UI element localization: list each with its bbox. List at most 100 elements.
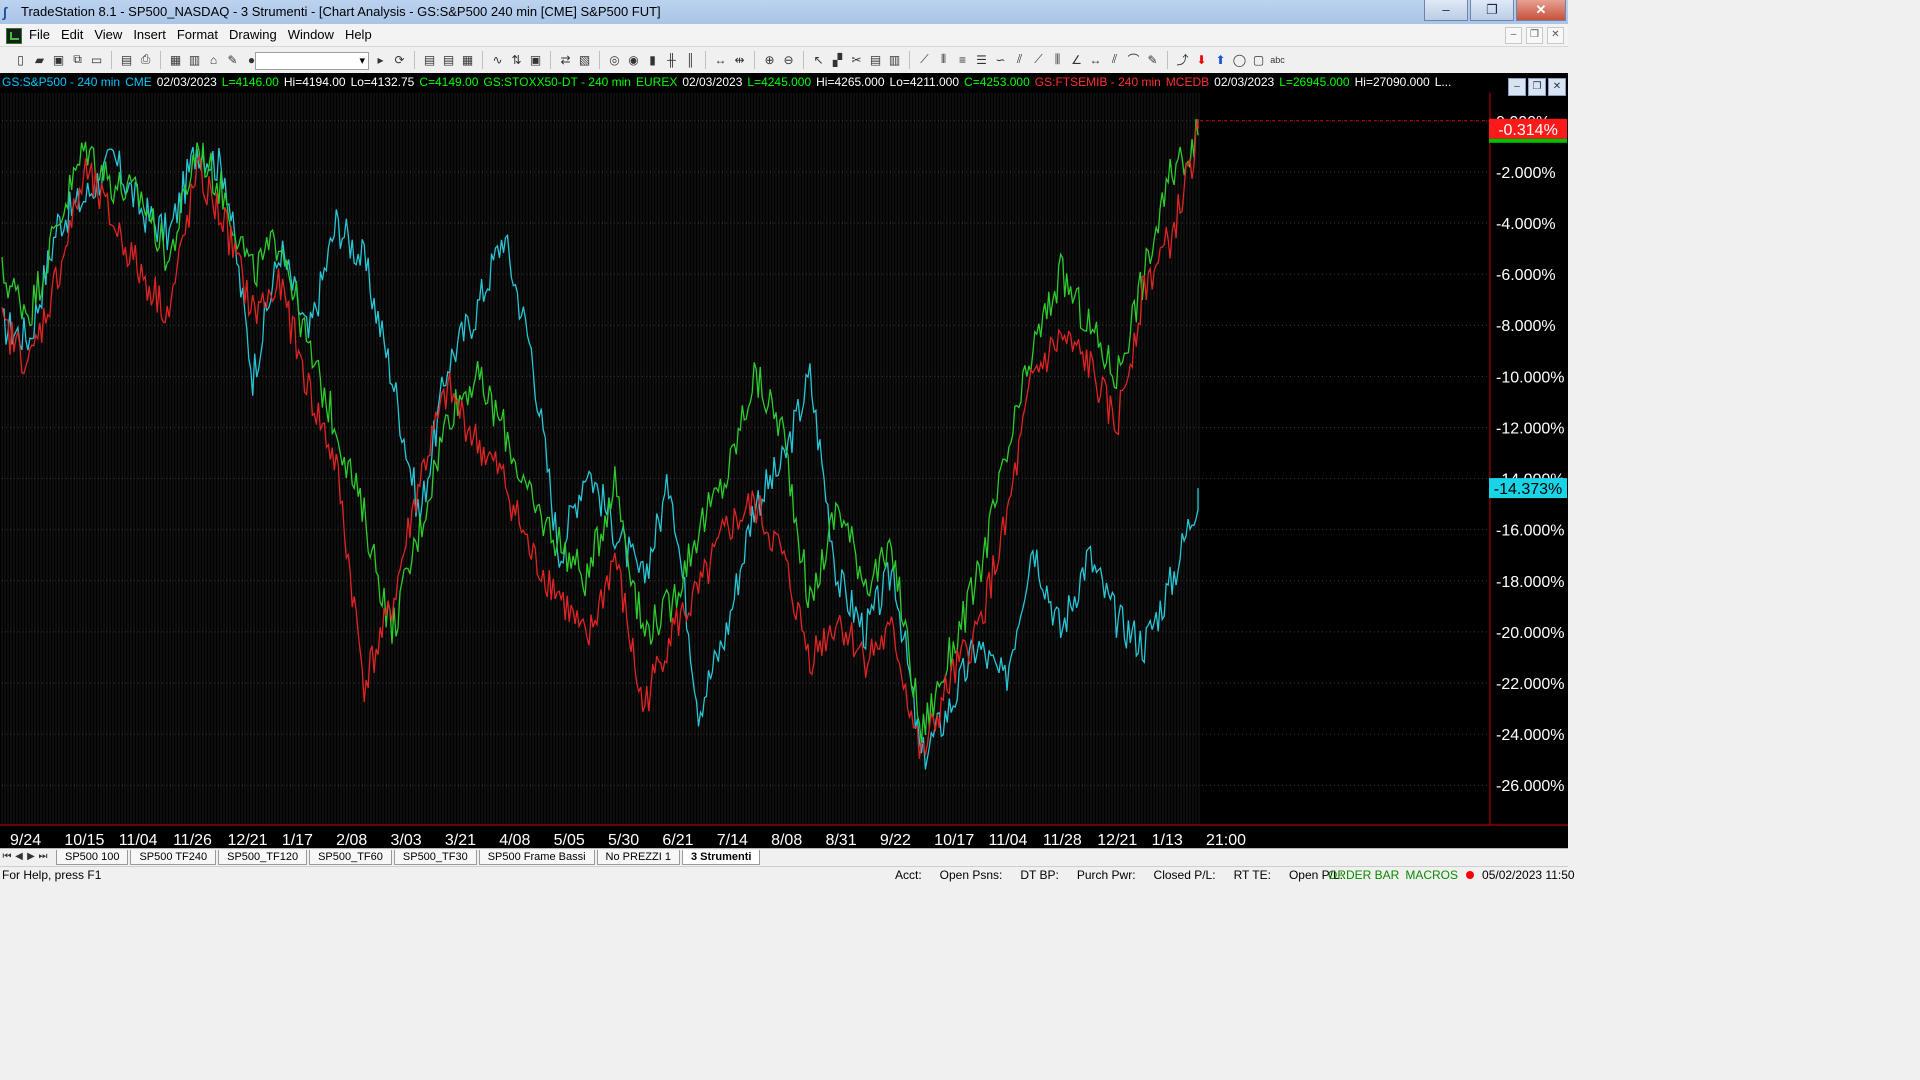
menu-file[interactable]: File [27,27,57,43]
print-preview-icon[interactable]: ▤ [118,51,135,68]
account-field-label: Open Psns: [939,868,1003,882]
tab-first-icon[interactable]: ⏮ [2,851,12,863]
header-field: Lo=4132.75 [350,75,415,89]
table-icon[interactable]: ▦ [459,51,476,68]
minimize-button[interactable]: – [1424,0,1468,21]
workspace-tab[interactable]: SP500_TF60 [309,850,392,865]
copy-icon[interactable]: ⧉ [69,51,86,68]
print-chart-icon[interactable]: ▥ [886,51,903,68]
symbol-link-icon[interactable]: ⇄ [557,51,574,68]
text-icon[interactable]: abc [1269,51,1286,68]
x-tick-label: 12/21 [1097,832,1137,848]
chart-type-icon[interactable]: ▤ [421,51,438,68]
chart-window-icon[interactable] [6,28,22,44]
arrow-down-icon[interactable]: ⬇ [1193,51,1210,68]
doc-restore-button[interactable]: ❐ [1526,27,1543,44]
menu-edit[interactable]: Edit [59,27,90,43]
expand-icon[interactable]: ↔ [712,51,729,68]
arrow-both-icon[interactable]: ↔ [1087,51,1104,68]
y-tick-label: -4.000% [1496,216,1556,233]
zoom-in-icon[interactable]: ⊕ [761,51,778,68]
workspace-tab[interactable]: No PREZZI 1 [596,850,680,865]
workspace-tab[interactable]: SP500_TF120 [218,850,308,865]
candle-icon[interactable]: ╫ [663,51,680,68]
curve-icon[interactable]: ∽ [992,51,1009,68]
speed-line-icon[interactable]: ⟋ [1030,51,1047,68]
alert-icon[interactable]: ▤ [867,51,884,68]
scan-icon[interactable]: ◎ [606,51,623,68]
save-icon[interactable]: ▣ [50,51,67,68]
trendline-icon[interactable]: ⟋ [916,51,933,68]
fib-icon[interactable]: ☰ [973,51,990,68]
open-icon[interactable]: ▰ [31,51,48,68]
restore-button[interactable]: ❐ [1470,0,1514,21]
connection-status-icon [1466,871,1475,879]
play-icon[interactable]: ▸ [372,51,389,68]
menu-help[interactable]: Help [343,27,379,43]
data-icon[interactable]: ▤ [440,51,457,68]
chart-restore-button[interactable]: ❐ [1528,78,1546,96]
header-field: L... [1434,75,1452,89]
bar-icon[interactable]: ▮ [644,51,661,68]
menu-window[interactable]: Window [286,27,341,43]
menu-drawing[interactable]: Drawing [227,27,284,43]
tab-navigation: ⏮ ◀ ▶ ⏭ [2,851,48,863]
channel-icon[interactable]: ⫽ [1011,51,1028,68]
tab-last-icon[interactable]: ⏭ [38,851,48,863]
folder-icon[interactable]: ▭ [88,51,105,68]
tools-icon[interactable]: ✂ [848,51,865,68]
arrow-up-icon[interactable]: ⬆ [1212,51,1229,68]
tab-prev-icon[interactable]: ◀ [14,851,24,863]
arc-icon[interactable]: ⌒ [1125,51,1142,68]
rectangle-icon[interactable]: ▢ [1250,51,1267,68]
horizontal-lines-icon[interactable]: ≡ [954,51,971,68]
window-icon[interactable]: ▥ [186,51,203,68]
workspace-tab[interactable]: SP500 TF240 [130,850,217,865]
drawing-icon[interactable]: ▞ [829,51,846,68]
angle-icon[interactable]: ∠ [1068,51,1085,68]
header-field: GS:S&P500 - 240 min [2,75,121,89]
format-icon[interactable]: ▣ [527,51,544,68]
workspace-tab[interactable]: SP500 100 [56,850,129,865]
analysis-icon[interactable]: ✎ [224,51,241,68]
print-icon[interactable]: ⎙ [137,51,154,68]
tab-next-icon[interactable]: ▶ [26,851,36,863]
workspace-tab[interactable]: 3 Strumenti [681,850,761,865]
doc-minimize-button[interactable]: – [1505,27,1522,44]
doc-close-button[interactable]: ✕ [1547,27,1564,44]
radar-icon[interactable]: ◉ [625,51,642,68]
chart-close-button[interactable]: ✕ [1548,78,1566,96]
gann-icon[interactable]: ⫼ [1049,51,1066,68]
macros-link[interactable]: MACROS [1405,867,1458,883]
ellipse-icon[interactable]: ◯ [1231,51,1248,68]
lock-icon[interactable]: ⌂ [205,51,222,68]
indicator-icon[interactable]: ∿ [489,51,506,68]
close-button[interactable]: ✕ [1516,0,1566,21]
zoom-out-icon[interactable]: ⊖ [780,51,797,68]
menu-view[interactable]: View [92,27,129,43]
vertical-lines-icon[interactable]: ⫴ [935,51,952,68]
workspace-icon[interactable]: ▦ [167,51,184,68]
order-bar-link[interactable]: ORDER BAR [1328,867,1399,883]
parallel-icon[interactable]: ⫽ [1106,51,1123,68]
layout-icon[interactable]: ▧ [576,51,593,68]
price-chart[interactable]: 0.000%-2.000%-4.000%-6.000%-8.000%-10.00… [0,73,1568,848]
chart-data-header: GS:S&P500 - 240 min CME 02/03/2023 L=4146.0… [2,75,1456,89]
line-chart-icon[interactable]: ║ [682,51,699,68]
chart-area[interactable]: 0.000%-2.000%-4.000%-6.000%-8.000%-10.00… [0,73,1568,848]
strategy-icon[interactable]: ⇅ [508,51,525,68]
refresh-icon[interactable]: ⟳ [391,51,408,68]
symbol-combo[interactable] [255,52,369,70]
compress-icon[interactable]: ⇹ [731,51,748,68]
workspace-tab[interactable]: SP500 Frame Bassi [478,850,595,865]
pen-icon[interactable]: ✎ [1144,51,1161,68]
pointer-icon[interactable]: ↖ [810,51,827,68]
new-icon[interactable]: ▯ [12,51,29,68]
workspace-tab[interactable]: SP500_TF30 [393,850,477,865]
menu-format[interactable]: Format [175,27,225,43]
freehand-icon[interactable]: ⤴ [1174,51,1191,68]
account-fields: Acct: Open Psns: DT BP: Purch Pwr: Closed P/… [895,867,1343,883]
menu-insert[interactable]: Insert [131,27,173,43]
chart-minimize-button[interactable]: – [1508,78,1526,96]
y-tick-label: -2.000% [1496,165,1556,182]
